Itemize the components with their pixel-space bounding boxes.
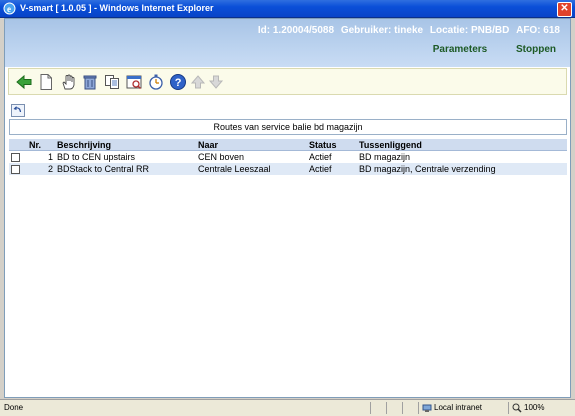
session-afo: AFO: 618 xyxy=(516,25,560,36)
security-zone: Local intranet xyxy=(434,403,483,412)
row-select-cell xyxy=(9,163,27,175)
table-row[interactable]: 1 BD to CEN upstairs CEN boven Actief BD… xyxy=(9,151,567,164)
row-nr: 1 xyxy=(47,152,53,162)
row-checkbox[interactable] xyxy=(11,165,20,175)
stoppen-link[interactable]: Stoppen xyxy=(516,44,556,55)
status-bar: Done Local intranet 100% xyxy=(0,399,575,416)
status-divider xyxy=(418,402,419,414)
session-user: Gebruiker: tineke xyxy=(340,25,424,36)
content-frame: Id: 1.20004/5088 Gebruiker: tineke Locat… xyxy=(4,18,571,398)
status-divider xyxy=(370,402,371,414)
select-column-header xyxy=(9,139,27,151)
status-divider xyxy=(386,402,387,414)
undo-icon[interactable] xyxy=(11,104,25,117)
intranet-zone-icon xyxy=(422,404,432,412)
row-naar: CEN boven xyxy=(198,152,245,162)
nr-column-header: Nr. xyxy=(27,139,55,151)
status-column-header: Status xyxy=(307,139,357,151)
svg-text:?: ? xyxy=(175,77,182,89)
session-info: Id: 1.20004/5088 Gebruiker: tineke Locat… xyxy=(254,25,560,36)
status-text: Done xyxy=(4,403,24,412)
row-select-cell xyxy=(9,151,27,164)
help-icon[interactable]: ? xyxy=(169,73,187,91)
zoom-icon[interactable] xyxy=(512,403,522,413)
details-icon[interactable] xyxy=(125,73,143,91)
row-nr: 2 xyxy=(27,163,55,175)
row-status: Actief xyxy=(307,163,357,175)
tussenliggend-column-header: Tussenliggend xyxy=(357,139,567,151)
table-header-row: Nr. Beschrijving Naar Status Tussenligge… xyxy=(9,139,567,151)
copy-icon[interactable] xyxy=(103,73,121,91)
toolbar: ? xyxy=(8,68,567,95)
row-status: Actief xyxy=(309,152,332,162)
close-window-button[interactable]: ✕ xyxy=(557,2,572,17)
app-header: Id: 1.20004/5088 Gebruiker: tineke Locat… xyxy=(5,19,570,67)
parameters-link[interactable]: Parameters xyxy=(433,44,487,55)
window-title-bar: e V-smart [ 1.0.05 ] - Windows Internet … xyxy=(0,0,575,18)
header-links: Parameters Stoppen xyxy=(407,44,556,55)
row-beschrijving: BD to CEN upstairs xyxy=(57,152,136,162)
row-checkbox[interactable] xyxy=(11,153,20,163)
session-id: Id: 1.20004/5088 xyxy=(257,25,335,36)
hand-select-icon[interactable] xyxy=(59,73,77,91)
new-document-icon[interactable] xyxy=(37,73,55,91)
zoom-level[interactable]: 100% xyxy=(524,403,544,412)
row-tussenliggend: BD magazijn, Centrale verzending xyxy=(357,163,567,175)
routes-caption: Routes van service balie bd magazijn xyxy=(9,119,567,135)
back-arrow-icon[interactable] xyxy=(15,73,33,91)
session-location: Locatie: PNB/BD xyxy=(429,25,510,36)
routes-table: Nr. Beschrijving Naar Status Tussenligge… xyxy=(9,139,567,175)
stopwatch-icon[interactable] xyxy=(147,73,165,91)
row-naar: Centrale Leeszaal xyxy=(196,163,307,175)
status-divider xyxy=(402,402,403,414)
naar-column-header: Naar xyxy=(196,139,307,151)
table-row[interactable]: 2 BDStack to Central RR Centrale Leeszaa… xyxy=(9,163,567,175)
svg-text:e: e xyxy=(7,4,11,14)
trash-icon[interactable] xyxy=(81,73,99,91)
row-tussenliggend: BD magazijn xyxy=(359,152,411,162)
beschrijving-column-header: Beschrijving xyxy=(55,139,196,151)
status-divider xyxy=(508,402,509,414)
arrow-up-icon[interactable] xyxy=(189,73,207,91)
arrow-down-icon[interactable] xyxy=(207,73,225,91)
row-beschrijving: BDStack to Central RR xyxy=(55,163,196,175)
window-title: V-smart [ 1.0.05 ] - Windows Internet Ex… xyxy=(20,3,214,13)
internet-explorer-icon: e xyxy=(3,2,16,15)
